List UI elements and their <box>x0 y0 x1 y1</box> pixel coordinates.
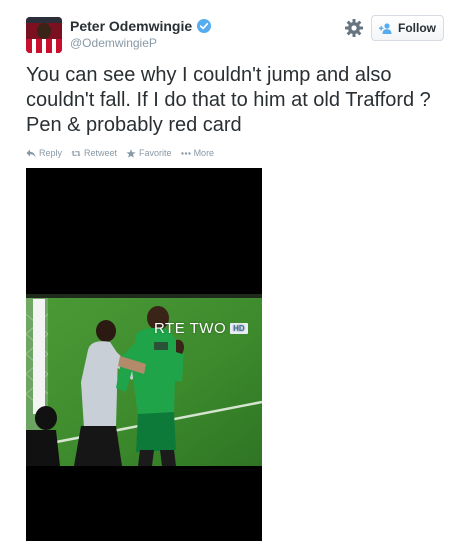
tweet-text: You can see why I couldn't jump and also… <box>26 64 431 136</box>
follow-button[interactable]: Follow <box>371 15 444 41</box>
tweet-media[interactable]: RTE TWO HD <box>26 168 262 541</box>
user-name-row[interactable]: Peter Odemwingie <box>70 18 212 34</box>
verified-badge-icon <box>197 19 212 33</box>
retweet-icon <box>71 150 81 156</box>
avatar[interactable] <box>26 17 62 53</box>
broadcast-logo: RTE TWO HD <box>154 320 248 337</box>
retweet-label: Retweet <box>84 148 118 158</box>
retweet-action[interactable]: Retweet <box>71 148 117 158</box>
star-icon <box>126 148 136 158</box>
gear-icon[interactable] <box>344 18 364 38</box>
reply-action[interactable]: Reply <box>26 148 62 158</box>
hd-badge: HD <box>230 323 248 334</box>
favorite-action[interactable]: Favorite <box>126 148 172 158</box>
avatar-image <box>26 17 62 53</box>
tweet-actions: Reply Retweet Favorite More <box>26 148 214 158</box>
user-fullname[interactable]: Peter Odemwingie <box>70 18 192 34</box>
user-handle[interactable]: @OdemwingieP <box>70 36 157 50</box>
reply-icon <box>26 149 36 157</box>
more-label: More <box>193 148 215 158</box>
add-user-icon <box>379 22 392 34</box>
favorite-label: Favorite <box>139 148 172 158</box>
video-frame: RTE TWO HD <box>26 294 262 466</box>
follow-button-label: Follow <box>398 21 436 35</box>
reply-label: Reply <box>39 148 63 158</box>
tweet-card: Peter Odemwingie @OdemwingieP Follow You… <box>0 0 468 541</box>
more-action[interactable]: More <box>180 148 215 158</box>
broadcast-logo-text: RTE TWO <box>154 320 227 337</box>
more-icon <box>180 151 191 155</box>
